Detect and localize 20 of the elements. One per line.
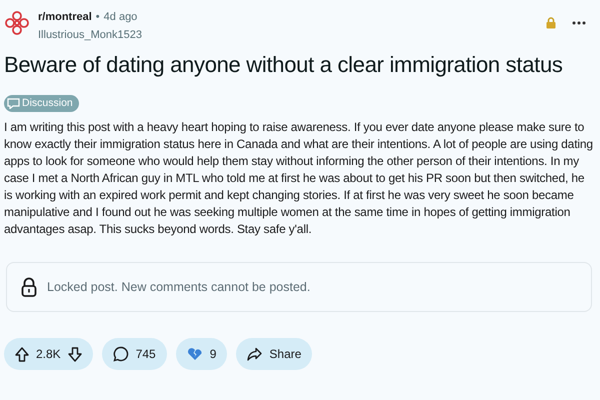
share-icon xyxy=(247,347,262,361)
author-link[interactable]: Illustrious_Monk1523 xyxy=(38,28,142,42)
post-body: I am writing this post with a heavy heart hoping to raise awareness. If you ever date anyone please make sure to know exactly their immigration status here in Canada and what are their intentions. A lot of people are using dating apps to look for someone who would help them stay without informing the other person of their intentions. In my case I met a North African guy in MTL who told me at first he was about to get his PR soon but then switched, he is working with an expired work permit and kept changing stories. If at first he was very sweet he soon became manipulative and I found out he was seeking multiple women at the same time in hopes of getting immigration advantages asap. This sucks beyond words. Stay safe y'all. xyxy=(4,119,594,238)
vote-count: 2.8K xyxy=(36,346,61,363)
upvote-icon[interactable] xyxy=(15,346,29,362)
comment-icon xyxy=(112,346,129,362)
award-button[interactable]: 9 xyxy=(176,338,228,370)
separator-dot: • xyxy=(96,11,100,23)
subreddit-logo-icon[interactable] xyxy=(4,10,30,36)
post-age: 4d ago xyxy=(104,11,138,23)
downvote-icon[interactable] xyxy=(68,346,82,362)
lock-icon xyxy=(21,277,37,297)
post-title: Beware of dating anyone without a clear immigration status xyxy=(4,51,564,79)
locked-notice-text: Locked post. New comments cannot be posted. xyxy=(47,278,310,296)
more-options-icon[interactable] xyxy=(572,21,586,25)
speech-bubble-icon xyxy=(7,98,20,109)
share-button[interactable]: Share xyxy=(236,338,312,370)
broken-heart-icon xyxy=(186,347,203,361)
comments-button[interactable]: 745 xyxy=(102,338,167,370)
subreddit-link[interactable]: r/montreal xyxy=(38,11,92,23)
